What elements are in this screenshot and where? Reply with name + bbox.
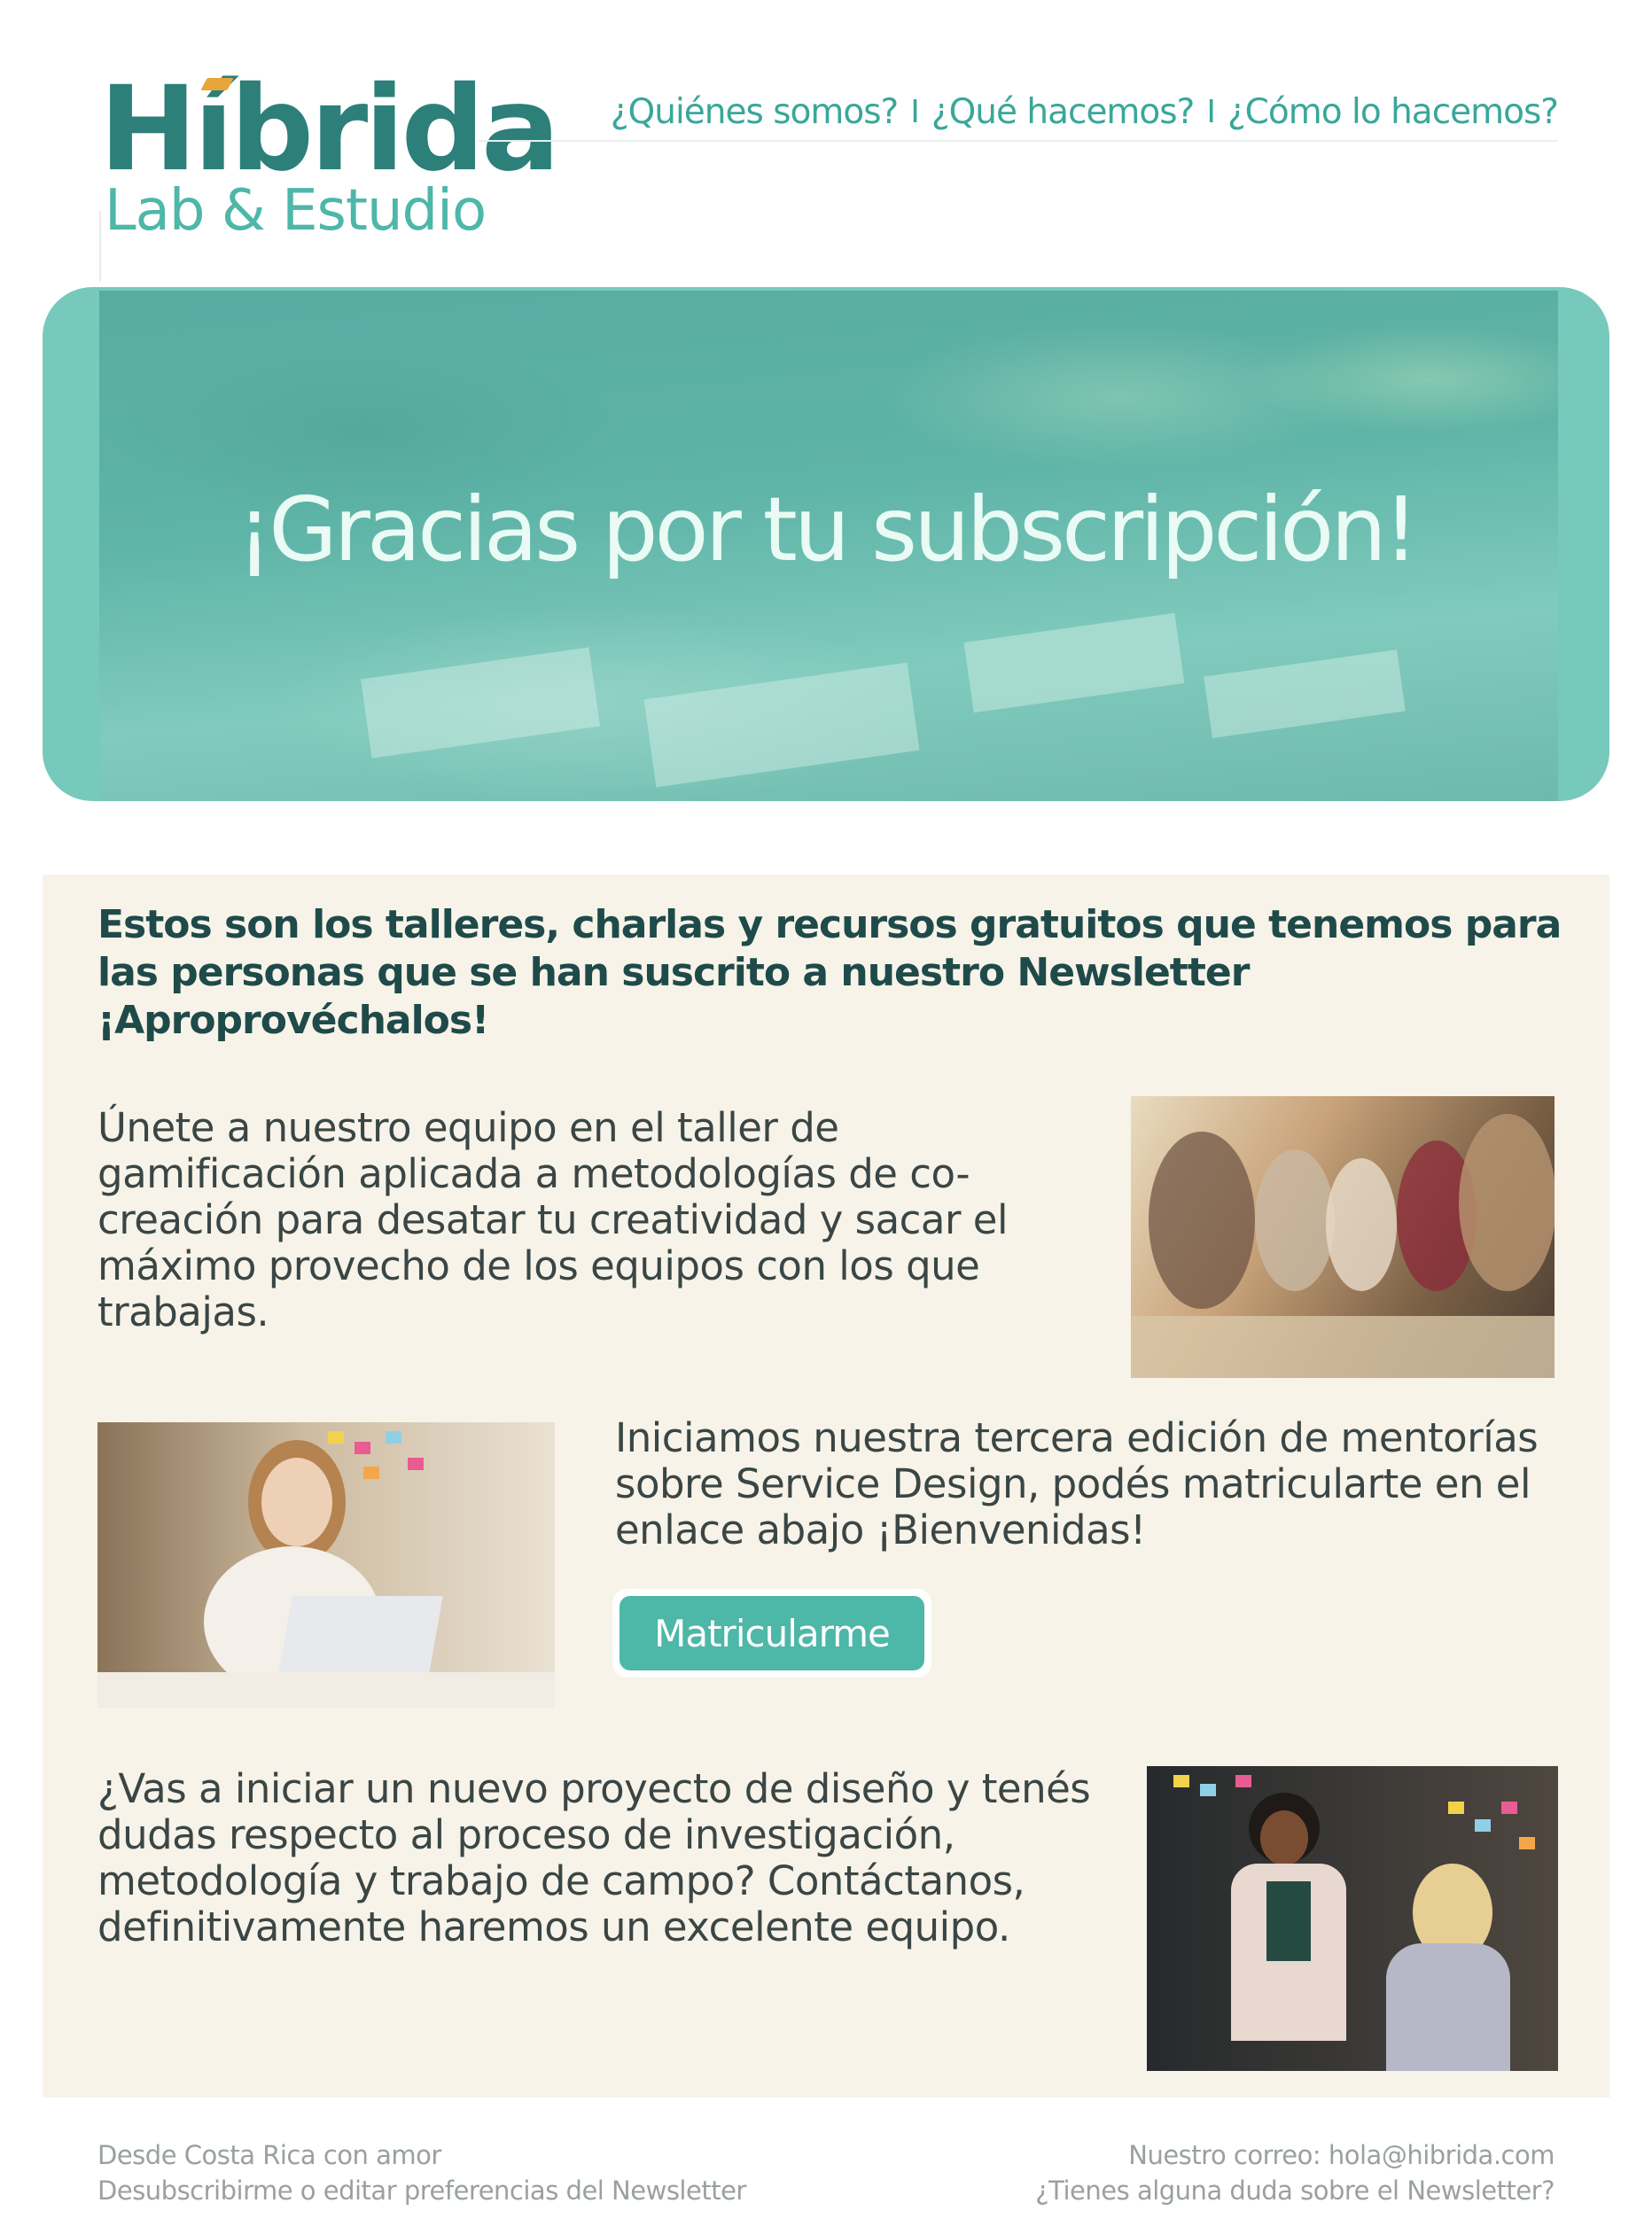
email-link[interactable]: hola@hibrida.com (1329, 2140, 1555, 2170)
workshop-description: Únete a nuestro equipo en el taller de g… (97, 1104, 1008, 1335)
footer-left: Desde Costa Rica con amor Desubscribirme… (97, 2137, 746, 2208)
mentoring-student-photo (97, 1422, 555, 1708)
photo-paper (643, 662, 920, 788)
nav-link-quienes-somos[interactable]: ¿Quiénes somos? (611, 92, 899, 132)
photo-sticky-note (1235, 1775, 1251, 1787)
nav-separator: I (1206, 94, 1216, 130)
logo-subtitle: Lab & Estudio (105, 178, 487, 244)
contact-description: ¿Vas a iniciar un nuevo proyecto de dise… (97, 1765, 1091, 1950)
header-divider-vertical (99, 211, 101, 282)
photo-sticky-note (408, 1458, 424, 1470)
photo-person (1459, 1114, 1555, 1291)
mentoring-description: Iniciamos nuestra tercera edición de men… (615, 1414, 1539, 1553)
photo-sticky-note (1448, 1802, 1464, 1814)
photo-paper (361, 647, 600, 759)
email-label: Nuestro correo: (1128, 2140, 1321, 2170)
photo-person (1326, 1158, 1397, 1291)
cta-outline: Matricularme (612, 1589, 931, 1677)
presentation-meeting-photo (1147, 1766, 1558, 2071)
photo-sticky-note (1519, 1837, 1535, 1849)
photo-person-face (1260, 1810, 1308, 1865)
photo-listener-body (1386, 1943, 1510, 2071)
nav-link-que-hacemos[interactable]: ¿Qué hacemos? (931, 92, 1195, 132)
nav-link-como-lo-hacemos[interactable]: ¿Cómo lo hacemos? (1227, 92, 1559, 132)
photo-paper (1204, 650, 1406, 738)
header-divider (479, 140, 1558, 142)
photo-sticky-note (328, 1431, 344, 1444)
content-panel: Estos son los talleres, charlas y recurs… (43, 875, 1609, 2098)
photo-person-shirt (1266, 1881, 1311, 1961)
unsubscribe-link[interactable]: Desubscribirme o editar preferencias del… (97, 2176, 746, 2206)
logo-wordmark: Híbrida (99, 61, 560, 198)
footer-right: Nuestro correo: hola@hibrida.com ¿Tienes… (1035, 2137, 1555, 2208)
photo-desk (97, 1672, 555, 1708)
photo-paper (963, 612, 1185, 713)
photo-sticky-note (355, 1442, 370, 1454)
nav-separator: I (910, 94, 920, 130)
photo-person (1255, 1149, 1335, 1291)
footer-tagline: Desde Costa Rica con amor (97, 2140, 441, 2170)
photo-table (1131, 1316, 1555, 1378)
team-workshop-photo (1131, 1096, 1555, 1378)
photo-sticky-note (1475, 1819, 1491, 1832)
photo-sticky-note (1200, 1784, 1216, 1796)
photo-sticky-note (1173, 1775, 1189, 1787)
hero-banner: ¡Gracias por tu subscripción! (43, 287, 1609, 801)
photo-sticky-note (363, 1467, 379, 1479)
hero-title: ¡Gracias por tu subscripción! (237, 478, 1419, 581)
intro-heading: Estos son los talleres, charlas y recurs… (97, 902, 1562, 1043)
photo-sticky-note (386, 1431, 401, 1444)
photo-sticky-note (1501, 1802, 1517, 1814)
brand-logo[interactable]: Híbrida Lab & Estudio (99, 71, 560, 244)
newsletter-help-link[interactable]: ¿Tienes alguna duda sobre el Newsletter? (1035, 2176, 1555, 2206)
photo-person-face (261, 1458, 332, 1546)
footer-email-line: Nuestro correo: hola@hibrida.com (1035, 2137, 1555, 2173)
enroll-button[interactable]: Matricularme (620, 1596, 924, 1670)
top-navigation: ¿Quiénes somos? I ¿Qué hacemos? I ¿Cómo … (611, 92, 1559, 132)
photo-person (1149, 1132, 1255, 1309)
